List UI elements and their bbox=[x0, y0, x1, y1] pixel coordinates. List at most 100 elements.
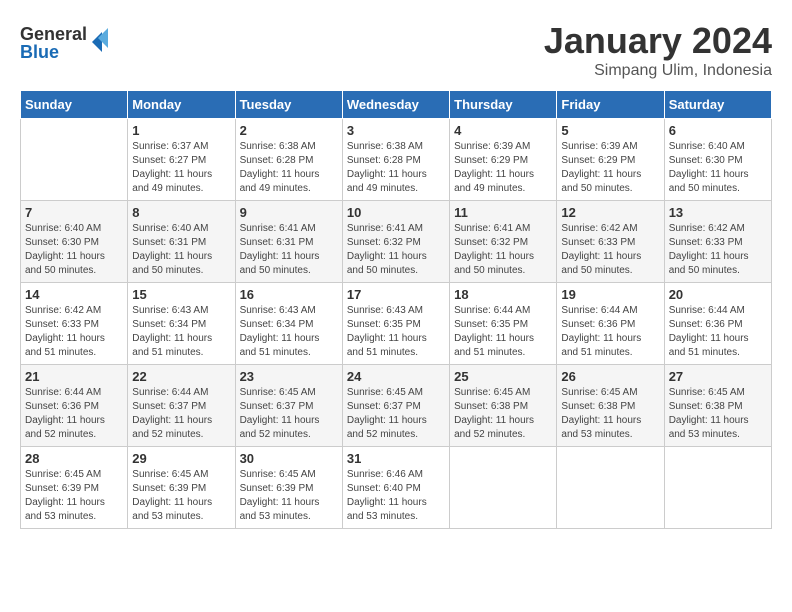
calendar-cell: 30 Sunrise: 6:45 AMSunset: 6:39 PMDayligh… bbox=[235, 447, 342, 529]
calendar-cell: 11 Sunrise: 6:41 AMSunset: 6:32 PMDayligh… bbox=[450, 201, 557, 283]
day-number: 8 bbox=[132, 205, 230, 220]
calendar-week-row: 7Sunrise: 6:40 AMSunset: 6:30 PMDaylight… bbox=[21, 201, 772, 283]
day-number: 4 bbox=[454, 123, 552, 138]
day-detail: Sunrise: 6:41 AMSunset: 6:31 PMDaylight:… bbox=[240, 222, 338, 278]
weekday-header: Monday bbox=[128, 91, 235, 119]
month-title: January 2024 bbox=[544, 20, 772, 62]
day-number: 20 bbox=[669, 287, 767, 302]
calendar-cell: 26Sunrise: 6:45 AMSunset: 6:38 PMDayligh… bbox=[557, 365, 664, 447]
day-detail: Sunrise: 6:44 AMSunset: 6:35 PMDaylight:… bbox=[454, 304, 552, 360]
calendar-cell bbox=[557, 447, 664, 529]
day-detail: Sunrise: 6:37 AMSunset: 6:27 PMDaylight:… bbox=[132, 140, 230, 196]
day-detail: Sunrise: 6:45 AMSunset: 6:39 PMDaylight:… bbox=[240, 468, 338, 524]
calendar-cell: 9 Sunrise: 6:41 AMSunset: 6:31 PMDaylight… bbox=[235, 201, 342, 283]
calendar-cell: 3 Sunrise: 6:38 AMSunset: 6:28 PMDaylight… bbox=[342, 119, 449, 201]
day-detail: Sunrise: 6:38 AMSunset: 6:28 PMDaylight:… bbox=[347, 140, 445, 196]
calendar-cell: 1 Sunrise: 6:37 AMSunset: 6:27 PMDaylight… bbox=[128, 119, 235, 201]
day-number: 21 bbox=[25, 369, 123, 384]
logo-svg: General Blue bbox=[20, 20, 110, 65]
day-detail: Sunrise: 6:45 AMSunset: 6:39 PMDaylight:… bbox=[25, 468, 123, 524]
calendar-week-row: 14Sunrise: 6:42 AMSunset: 6:33 PMDayligh… bbox=[21, 283, 772, 365]
calendar-cell: 24 Sunrise: 6:45 AMSunset: 6:37 PMDayligh… bbox=[342, 365, 449, 447]
calendar-week-row: 1 Sunrise: 6:37 AMSunset: 6:27 PMDaylight… bbox=[21, 119, 772, 201]
title-block: January 2024 Simpang Ulim, Indonesia bbox=[544, 20, 772, 80]
svg-text:General: General bbox=[20, 24, 87, 44]
weekday-header: Tuesday bbox=[235, 91, 342, 119]
day-number: 15 bbox=[132, 287, 230, 302]
calendar-cell: 15 Sunrise: 6:43 AMSunset: 6:34 PMDayligh… bbox=[128, 283, 235, 365]
day-detail: Sunrise: 6:44 AMSunset: 6:37 PMDaylight:… bbox=[132, 386, 230, 442]
day-detail: Sunrise: 6:41 AMSunset: 6:32 PMDaylight:… bbox=[454, 222, 552, 278]
day-number: 9 bbox=[240, 205, 338, 220]
day-number: 22 bbox=[132, 369, 230, 384]
weekday-header: Thursday bbox=[450, 91, 557, 119]
weekday-header: Friday bbox=[557, 91, 664, 119]
day-number: 26 bbox=[561, 369, 659, 384]
weekday-header: Saturday bbox=[664, 91, 771, 119]
day-number: 11 bbox=[454, 205, 552, 220]
day-number: 6 bbox=[669, 123, 767, 138]
calendar-week-row: 21 Sunrise: 6:44 AMSunset: 6:36 PMDayligh… bbox=[21, 365, 772, 447]
calendar-cell: 12Sunrise: 6:42 AMSunset: 6:33 PMDayligh… bbox=[557, 201, 664, 283]
day-detail: Sunrise: 6:39 AMSunset: 6:29 PMDaylight:… bbox=[454, 140, 552, 196]
day-number: 16 bbox=[240, 287, 338, 302]
day-detail: Sunrise: 6:44 AMSunset: 6:36 PMDaylight:… bbox=[25, 386, 123, 442]
day-number: 23 bbox=[240, 369, 338, 384]
day-detail: Sunrise: 6:43 AMSunset: 6:34 PMDaylight:… bbox=[132, 304, 230, 360]
calendar-cell: 29 Sunrise: 6:45 AMSunset: 6:39 PMDayligh… bbox=[128, 447, 235, 529]
calendar-cell: 6Sunrise: 6:40 AMSunset: 6:30 PMDaylight… bbox=[664, 119, 771, 201]
calendar-cell: 7Sunrise: 6:40 AMSunset: 6:30 PMDaylight… bbox=[21, 201, 128, 283]
calendar-cell: 2 Sunrise: 6:38 AMSunset: 6:28 PMDaylight… bbox=[235, 119, 342, 201]
location-subtitle: Simpang Ulim, Indonesia bbox=[544, 62, 772, 80]
calendar-cell: 5 Sunrise: 6:39 AMSunset: 6:29 PMDaylight… bbox=[557, 119, 664, 201]
day-detail: Sunrise: 6:38 AMSunset: 6:28 PMDaylight:… bbox=[240, 140, 338, 196]
calendar-cell: 27 Sunrise: 6:45 AMSunset: 6:38 PMDayligh… bbox=[664, 365, 771, 447]
day-number: 13 bbox=[669, 205, 767, 220]
day-detail: Sunrise: 6:43 AMSunset: 6:34 PMDaylight:… bbox=[240, 304, 338, 360]
day-detail: Sunrise: 6:43 AMSunset: 6:35 PMDaylight:… bbox=[347, 304, 445, 360]
day-number: 24 bbox=[347, 369, 445, 384]
calendar-cell: 10Sunrise: 6:41 AMSunset: 6:32 PMDayligh… bbox=[342, 201, 449, 283]
calendar-cell: 31Sunrise: 6:46 AMSunset: 6:40 PMDayligh… bbox=[342, 447, 449, 529]
day-number: 27 bbox=[669, 369, 767, 384]
calendar-cell: 18 Sunrise: 6:44 AMSunset: 6:35 PMDayligh… bbox=[450, 283, 557, 365]
day-detail: Sunrise: 6:40 AMSunset: 6:31 PMDaylight:… bbox=[132, 222, 230, 278]
day-detail: Sunrise: 6:45 AMSunset: 6:39 PMDaylight:… bbox=[132, 468, 230, 524]
day-number: 3 bbox=[347, 123, 445, 138]
day-detail: Sunrise: 6:42 AMSunset: 6:33 PMDaylight:… bbox=[669, 222, 767, 278]
day-number: 25 bbox=[454, 369, 552, 384]
day-detail: Sunrise: 6:45 AMSunset: 6:37 PMDaylight:… bbox=[347, 386, 445, 442]
day-detail: Sunrise: 6:45 AMSunset: 6:37 PMDaylight:… bbox=[240, 386, 338, 442]
weekday-header: Wednesday bbox=[342, 91, 449, 119]
day-number: 2 bbox=[240, 123, 338, 138]
day-detail: Sunrise: 6:45 AMSunset: 6:38 PMDaylight:… bbox=[454, 386, 552, 442]
calendar-cell: 25 Sunrise: 6:45 AMSunset: 6:38 PMDayligh… bbox=[450, 365, 557, 447]
day-detail: Sunrise: 6:39 AMSunset: 6:29 PMDaylight:… bbox=[561, 140, 659, 196]
day-number: 18 bbox=[454, 287, 552, 302]
calendar-header-row: SundayMondayTuesdayWednesdayThursdayFrid… bbox=[21, 91, 772, 119]
calendar-cell: 17 Sunrise: 6:43 AMSunset: 6:35 PMDayligh… bbox=[342, 283, 449, 365]
day-number: 17 bbox=[347, 287, 445, 302]
calendar-cell: 20Sunrise: 6:44 AMSunset: 6:36 PMDayligh… bbox=[664, 283, 771, 365]
calendar-cell bbox=[664, 447, 771, 529]
day-number: 19 bbox=[561, 287, 659, 302]
day-detail: Sunrise: 6:45 AMSunset: 6:38 PMDaylight:… bbox=[669, 386, 767, 442]
day-number: 14 bbox=[25, 287, 123, 302]
day-detail: Sunrise: 6:44 AMSunset: 6:36 PMDaylight:… bbox=[561, 304, 659, 360]
calendar-cell: 13 Sunrise: 6:42 AMSunset: 6:33 PMDayligh… bbox=[664, 201, 771, 283]
day-number: 5 bbox=[561, 123, 659, 138]
day-number: 1 bbox=[132, 123, 230, 138]
day-number: 7 bbox=[25, 205, 123, 220]
svg-text:Blue: Blue bbox=[20, 42, 59, 62]
calendar-cell: 19 Sunrise: 6:44 AMSunset: 6:36 PMDayligh… bbox=[557, 283, 664, 365]
calendar-cell: 8 Sunrise: 6:40 AMSunset: 6:31 PMDaylight… bbox=[128, 201, 235, 283]
calendar-cell: 28Sunrise: 6:45 AMSunset: 6:39 PMDayligh… bbox=[21, 447, 128, 529]
day-number: 30 bbox=[240, 451, 338, 466]
calendar-cell: 16 Sunrise: 6:43 AMSunset: 6:34 PMDayligh… bbox=[235, 283, 342, 365]
calendar-week-row: 28Sunrise: 6:45 AMSunset: 6:39 PMDayligh… bbox=[21, 447, 772, 529]
calendar-cell: 21 Sunrise: 6:44 AMSunset: 6:36 PMDayligh… bbox=[21, 365, 128, 447]
day-number: 29 bbox=[132, 451, 230, 466]
logo: General Blue bbox=[20, 20, 110, 65]
day-detail: Sunrise: 6:46 AMSunset: 6:40 PMDaylight:… bbox=[347, 468, 445, 524]
calendar-cell: 22 Sunrise: 6:44 AMSunset: 6:37 PMDayligh… bbox=[128, 365, 235, 447]
